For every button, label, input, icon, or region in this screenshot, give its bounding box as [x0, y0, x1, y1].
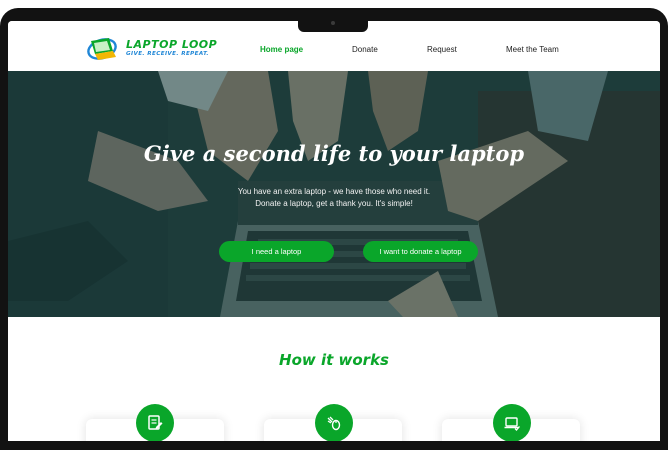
- hand-with-mouse-icon: [315, 404, 353, 441]
- how-it-works-heading: How it works: [279, 351, 389, 369]
- hero-section: Give a second life to your laptop You ha…: [8, 71, 660, 317]
- laptop-loop-logo-icon: [87, 38, 117, 60]
- site-logo[interactable]: LAPTOP LOOP GIVE. RECEIVE. REPEAT.: [86, 35, 218, 63]
- need-laptop-button[interactable]: I need a laptop: [219, 241, 334, 262]
- hero-title: Give a second life to your laptop: [143, 141, 525, 166]
- nav-home-page[interactable]: Home page: [260, 45, 303, 54]
- document-edit-icon: [136, 404, 174, 441]
- donate-laptop-button[interactable]: I want to donate a laptop: [363, 241, 478, 262]
- nav-donate[interactable]: Donate: [352, 45, 378, 54]
- brand-tagline: GIVE. RECEIVE. REPEAT.: [126, 51, 209, 57]
- hero-subtitle: You have an extra laptop - we have those…: [8, 186, 660, 210]
- brand-name: LAPTOP LOOP: [126, 38, 218, 51]
- laptop-check-icon: [493, 404, 531, 441]
- nav-meet-the-team[interactable]: Meet the Team: [506, 45, 559, 54]
- nav-request[interactable]: Request: [427, 45, 457, 54]
- browser-screen: LAPTOP LOOP GIVE. RECEIVE. REPEAT. Home …: [8, 21, 660, 441]
- hero-subtitle-line-1: You have an extra laptop - we have those…: [237, 187, 431, 196]
- hero-subtitle-line-2: Donate a laptop, get a thank you. It's s…: [255, 199, 413, 208]
- webcam-icon: [331, 21, 335, 25]
